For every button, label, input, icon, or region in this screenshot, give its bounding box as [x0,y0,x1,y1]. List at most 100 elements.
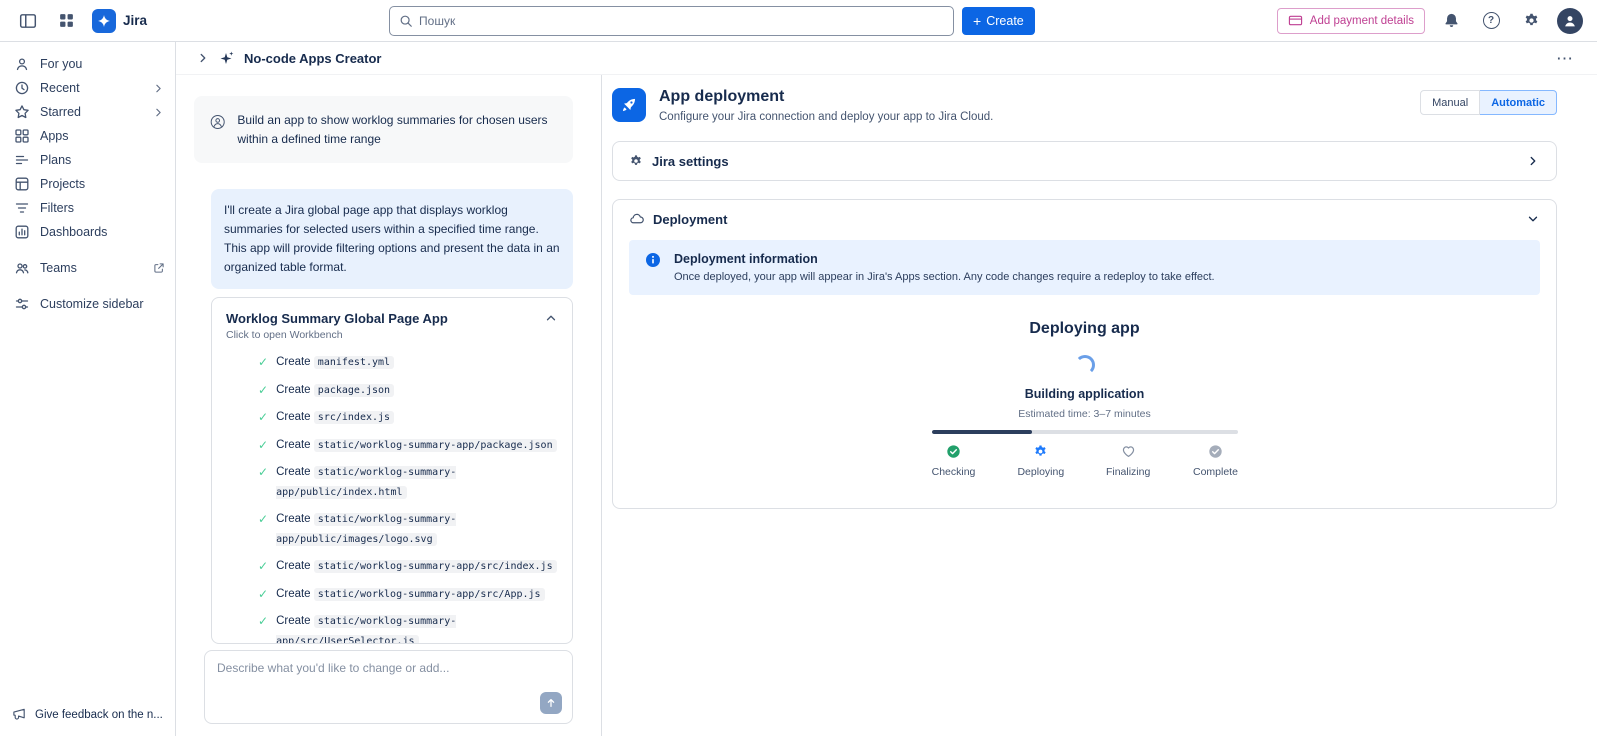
app-switcher-icon[interactable] [52,7,80,35]
gear-icon [629,154,643,168]
task-row: ✓ Create static/worklog-summary-app/publ… [258,510,558,549]
external-link-icon [153,262,165,274]
create-label: Create [986,14,1024,28]
sidebar-item-recent[interactable]: Recent [0,76,175,100]
sidebar-item-customize[interactable]: Customize sidebar [0,292,175,316]
cloud-icon [629,212,644,227]
help-icon[interactable]: ? [1477,7,1505,35]
chat-input-card [204,650,573,724]
sidebar-toggle-icon[interactable] [14,7,42,35]
chevron-right-icon [1526,154,1540,168]
arrow-up-icon [545,697,557,709]
sidebar-item-for-you[interactable]: For you [0,52,175,76]
deployment-section: Deployment Deployment information Once d… [612,199,1557,509]
search-input[interactable] [419,14,944,28]
sidebar-item-dashboards[interactable]: Dashboards [0,220,175,244]
sidebar-item-filters[interactable]: Filters [0,196,175,220]
chevron-right-icon [152,82,165,95]
jira-logo[interactable]: Jira [92,9,147,33]
task-text: Create static/worklog-summary-app/src/Us… [276,612,558,644]
creator-header: No-code Apps Creator ⋯ [176,42,1597,75]
workbench-subtitle: Click to open Workbench [226,329,448,341]
assistant-response-text: I'll create a Jira global page app that … [224,203,560,274]
settings-gear-icon[interactable] [1517,7,1545,35]
task-file-chip: static/worklog-summary-app/package.json [314,439,557,452]
deployment-info-box: Deployment information Once deployed, yo… [629,240,1540,295]
sidebar-item-teams[interactable]: Teams [0,256,175,280]
step-label: Deploying [1017,466,1064,478]
jira-logo-icon [92,9,116,33]
manual-mode-button[interactable]: Manual [1420,90,1480,115]
step-checking: Checking [918,444,990,478]
heart-icon [1121,444,1136,459]
info-icon [645,252,661,268]
deployment-header: App deployment Configure your Jira conne… [612,88,1557,123]
step-label: Checking [932,466,976,478]
jira-settings-header[interactable]: Jira settings [613,142,1556,180]
automatic-mode-button[interactable]: Automatic [1480,90,1557,115]
feedback-link[interactable]: Give feedback on the n... [0,695,175,736]
progress-bar [932,430,1238,434]
sidebar-label: For you [40,57,82,71]
loading-spinner [1075,355,1095,375]
status-title: Deploying app [629,320,1540,338]
task-file-chip: manifest.yml [314,356,394,369]
megaphone-icon [12,707,27,722]
notifications-bell-icon[interactable] [1437,7,1465,35]
chat-input[interactable] [217,661,560,697]
credit-card-icon [1288,13,1303,28]
sidebar-item-apps[interactable]: Apps [0,124,175,148]
star-icon [14,104,30,120]
check-icon: ✓ [258,510,268,528]
sidebar-label: Projects [40,177,85,191]
check-icon: ✓ [258,436,268,454]
step-finalizing: Finalizing [1092,444,1164,478]
task-row: ✓ Create manifest.yml [258,353,558,373]
sidebar-item-plans[interactable]: Plans [0,148,175,172]
user-avatar[interactable] [1557,8,1583,34]
user-prompt-card: Build an app to show worklog summaries f… [194,96,573,163]
task-text: Create src/index.js [276,408,394,428]
task-row: ✓ Create static/worklog-summary-app/pack… [258,436,558,456]
task-text: Create static/worklog-summary-app/packag… [276,436,557,456]
task-file-chip: src/index.js [314,411,394,424]
topbar: Jira + Create Add payment details ? [0,0,1597,42]
teams-icon [14,260,30,276]
add-payment-details-button[interactable]: Add payment details [1277,8,1425,34]
sidebar-item-projects[interactable]: Projects [0,172,175,196]
deployment-subtitle: Configure your Jira connection and deplo… [659,111,993,123]
task-row: ✓ Create package.json [258,381,558,401]
deployment-title: App deployment [659,88,993,106]
dashboard-icon [14,224,30,240]
estimated-time: Estimated time: 3–7 minutes [629,408,1540,420]
status-step-label: Building application [629,387,1540,401]
step-deploying: Deploying [1005,444,1077,478]
chevron-up-icon[interactable] [544,311,558,325]
task-text: Create static/worklog-summary-app/public… [276,463,558,502]
sidebar-label: Recent [40,81,80,95]
clock-icon [14,80,30,96]
more-menu-icon[interactable]: ⋯ [1556,50,1573,67]
sidebar: For you Recent Starred Apps Plans [0,42,176,736]
task-row: ✓ Create static/worklog-summary-app/src/… [258,585,558,605]
sidebar-label: Dashboards [40,225,107,239]
task-row: ✓ Create static/worklog-summary-app/src/… [258,612,558,644]
check-icon: ✓ [258,353,268,371]
rocket-icon [612,88,646,122]
deployment-section-header[interactable]: Deployment [613,200,1556,238]
collapse-chevron-icon[interactable] [196,51,210,65]
progress-fill [932,430,1033,434]
task-text: Create manifest.yml [276,353,394,373]
send-button[interactable] [540,692,562,714]
task-file-chip: static/worklog-summary-app/src/App.js [314,588,545,601]
task-text: Create package.json [276,381,394,401]
info-body: Once deployed, your app will appear in J… [674,271,1215,283]
sparkle-icon [219,50,235,66]
assistant-response: I'll create a Jira global page app that … [211,189,573,289]
feedback-label: Give feedback on the n... [35,709,163,721]
workbench-header[interactable]: Worklog Summary Global Page App Click to… [212,298,572,347]
sidebar-item-starred[interactable]: Starred [0,100,175,124]
filter-icon [14,200,30,216]
create-button[interactable]: + Create [962,7,1035,35]
sidebar-label: Filters [40,201,74,215]
